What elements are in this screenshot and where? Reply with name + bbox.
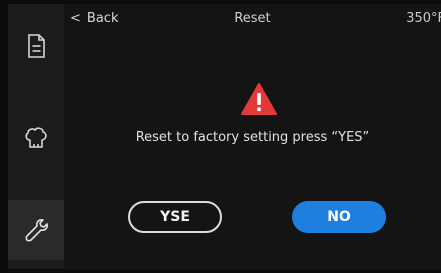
main-panel: < Back Reset 350°F Reset to factory sett… (64, 4, 441, 269)
screen: < Back Reset 350°F Reset to factory sett… (8, 4, 441, 269)
wrench-icon (25, 219, 48, 242)
page-title: Reset (234, 11, 271, 26)
reset-message: Reset to factory setting press “YES” (135, 130, 370, 145)
sidebar-item-settings[interactable] (8, 200, 64, 260)
no-button[interactable]: NO (292, 201, 386, 233)
warning-icon (241, 83, 277, 115)
yes-button[interactable]: YSE (128, 201, 222, 233)
top-bar: < Back Reset 350°F (64, 4, 441, 34)
sidebar (8, 4, 64, 269)
temperature-readout: 350°F (406, 11, 441, 26)
chef-hat-icon (25, 127, 47, 148)
sidebar-item-recipes[interactable] (8, 16, 64, 76)
document-icon (28, 34, 45, 58)
sidebar-item-cooking[interactable] (8, 108, 64, 168)
